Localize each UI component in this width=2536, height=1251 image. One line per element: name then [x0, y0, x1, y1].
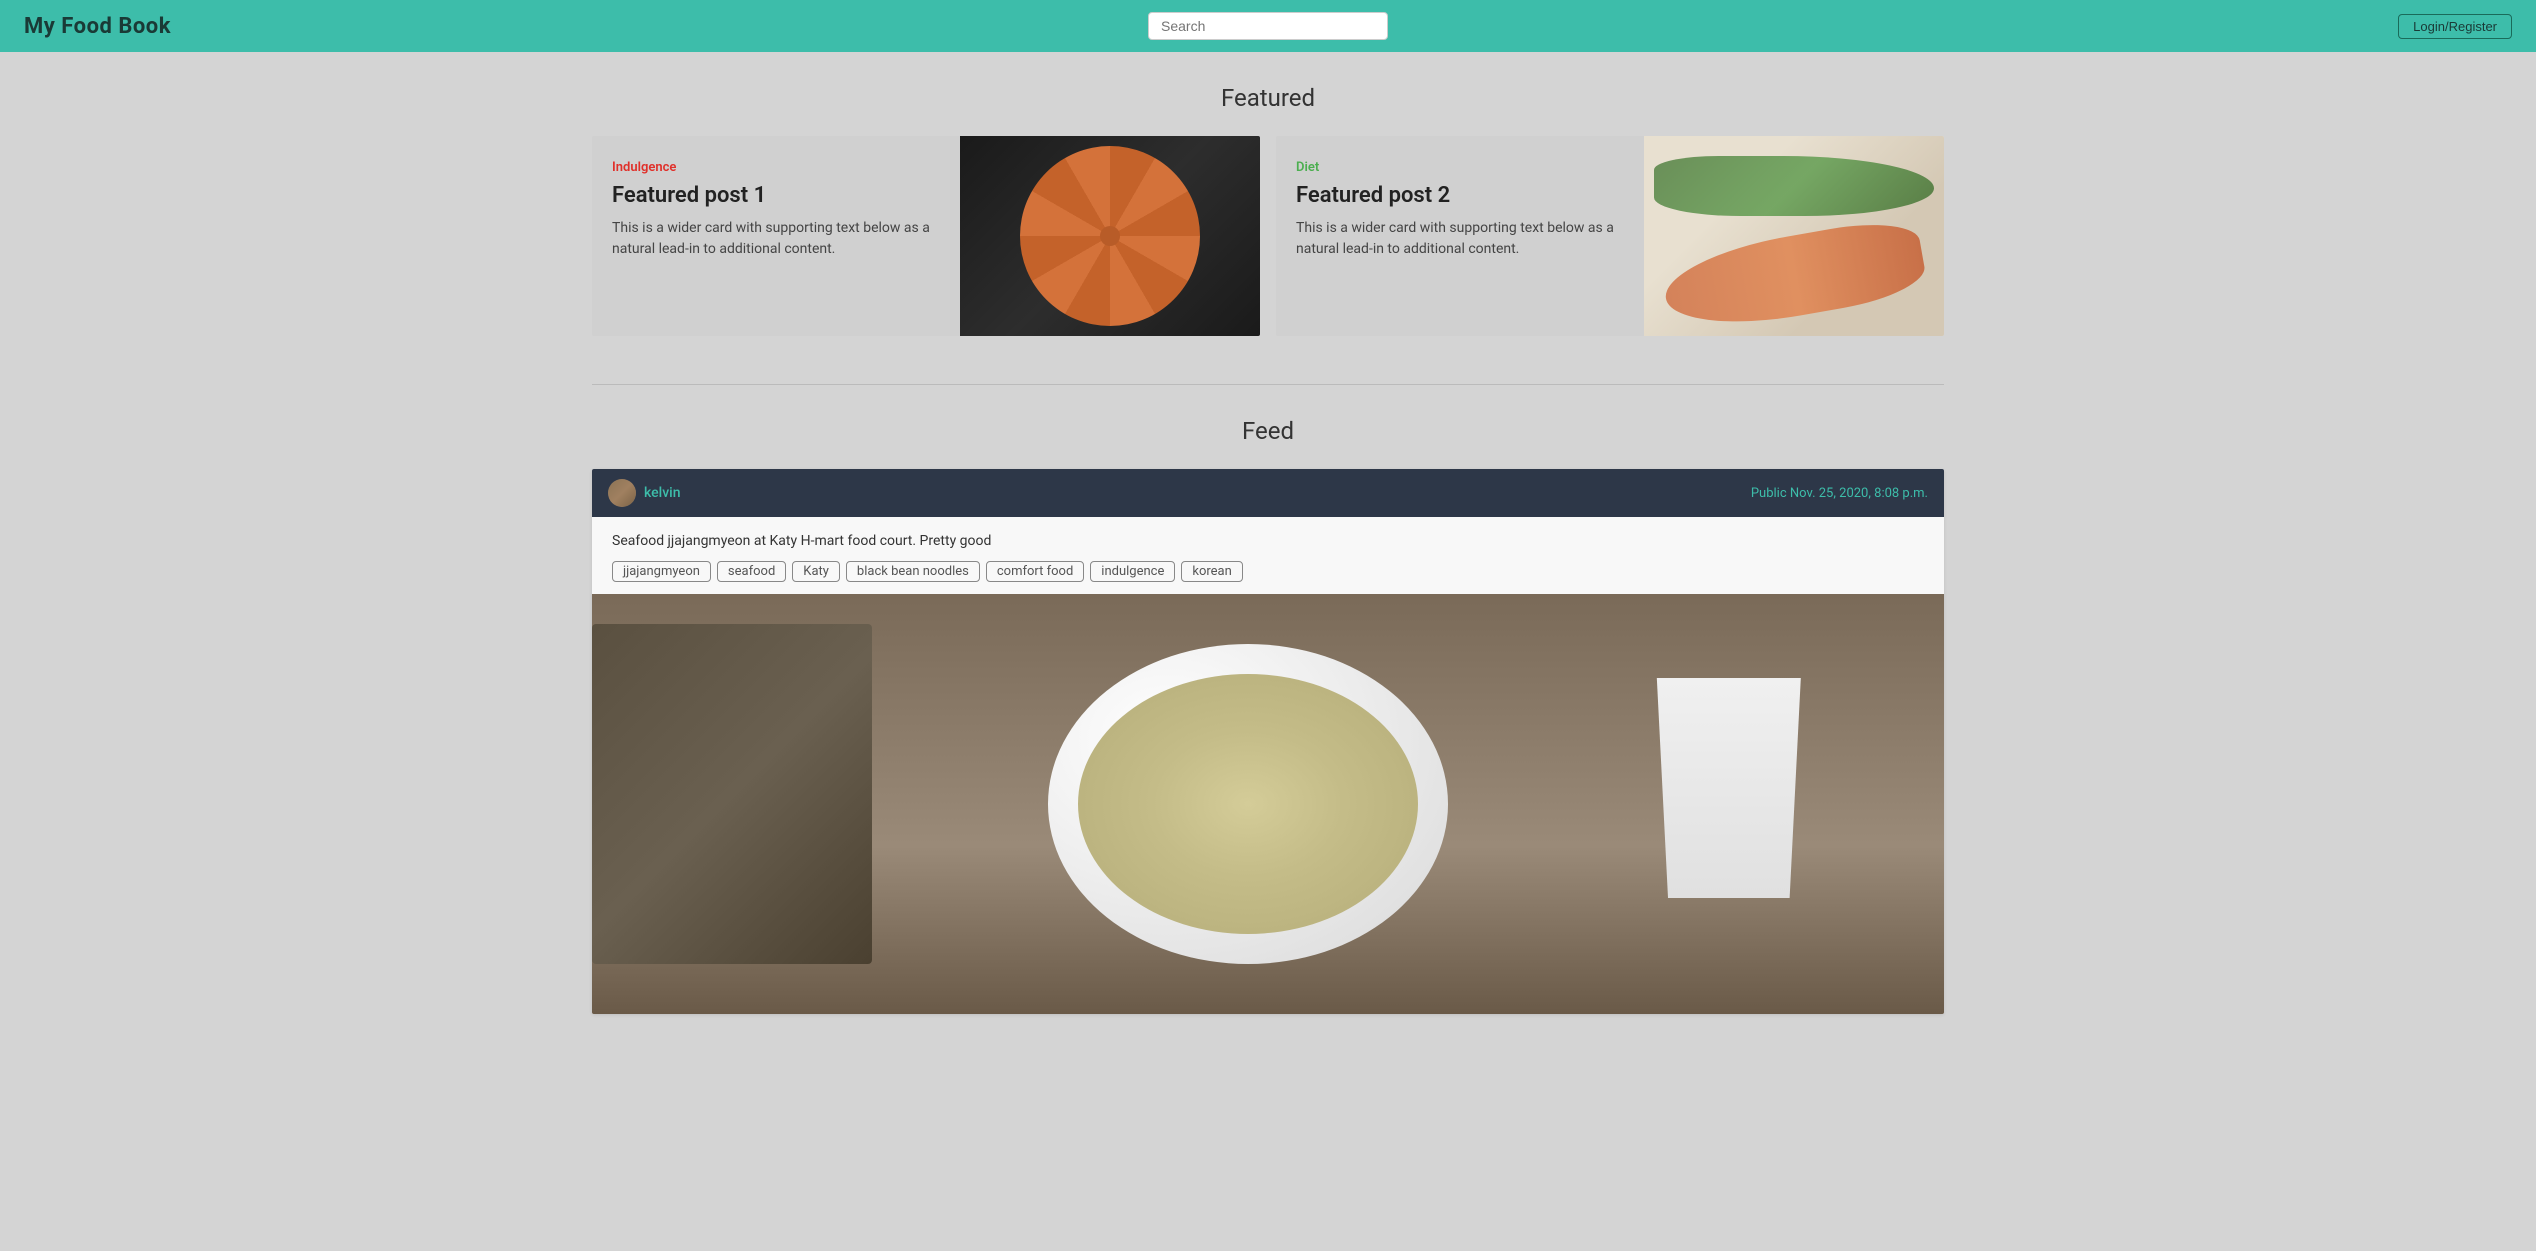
featured-card-2-category: Diet: [1296, 160, 1624, 175]
salmon-greens: [1654, 156, 1934, 216]
bowl-noodles: [1078, 674, 1418, 934]
featured-section-title: Featured: [592, 84, 1944, 112]
feed-card-body: Seafood jjajangmyeon at Katy H-mart food…: [592, 517, 1944, 594]
feed-username[interactable]: kelvin: [644, 485, 681, 501]
bowl-container: [1048, 644, 1448, 964]
feed-visibility: Public: [1751, 486, 1787, 501]
feed-tag[interactable]: korean: [1181, 561, 1242, 582]
featured-card-2-title: Featured post 2: [1296, 183, 1624, 208]
navbar: My Food Book Login/Register: [0, 0, 2536, 52]
cup-container: [1649, 678, 1809, 898]
search-wrapper: [1148, 12, 1388, 40]
featured-card-1: Indulgence Featured post 1 This is a wid…: [592, 136, 1260, 336]
search-input[interactable]: [1148, 12, 1388, 40]
cup-shape: [1649, 678, 1809, 898]
featured-card-2: Diet Featured post 2 This is a wider car…: [1276, 136, 1944, 336]
login-button[interactable]: Login/Register: [2398, 14, 2512, 39]
salmon-image: [1644, 136, 1944, 336]
feed-card-user: kelvin: [608, 479, 681, 507]
avatar-image: [608, 479, 636, 507]
feed-post-card: kelvin Public Nov. 25, 2020, 8:08 p.m. S…: [592, 469, 1944, 1014]
feed-card-header: kelvin Public Nov. 25, 2020, 8:08 p.m.: [592, 469, 1944, 517]
main-content: Featured Indulgence Featured post 1 This…: [568, 52, 1968, 1046]
feed-post-image: [592, 594, 1944, 1014]
bowl-outer: [1048, 644, 1448, 964]
feed-tags: jjajangmyeon seafood Katy black bean noodle…: [612, 561, 1924, 582]
featured-card-1-category: Indulgence: [612, 160, 940, 175]
feed-tag[interactable]: indulgence: [1090, 561, 1175, 582]
feed-tag[interactable]: black bean noodles: [846, 561, 980, 582]
feed-tag[interactable]: Katy: [792, 561, 840, 582]
featured-grid: Indulgence Featured post 1 This is a wid…: [592, 136, 1944, 336]
featured-card-1-image: [960, 136, 1260, 336]
featured-card-1-desc: This is a wider card with supporting tex…: [612, 218, 940, 260]
section-divider: [592, 384, 1944, 385]
feed-section: Feed kelvin Public Nov. 25, 2020, 8:08 p…: [592, 417, 1944, 1014]
feed-timestamp: Nov. 25, 2020, 8:08 p.m.: [1790, 486, 1928, 501]
feed-meta: Public Nov. 25, 2020, 8:08 p.m.: [1751, 486, 1928, 501]
featured-card-1-text: Indulgence Featured post 1 This is a wid…: [592, 136, 960, 336]
pizza-image: [960, 136, 1260, 336]
featured-card-1-title: Featured post 1: [612, 183, 940, 208]
feed-tag[interactable]: seafood: [717, 561, 786, 582]
avatar: [608, 479, 636, 507]
feed-tag[interactable]: jjajangmyeon: [612, 561, 711, 582]
featured-card-2-image: [1644, 136, 1944, 336]
feed-section-title: Feed: [592, 417, 1944, 445]
brand-title: My Food Book: [24, 14, 171, 39]
featured-card-2-text: Diet Featured post 2 This is a wider car…: [1276, 136, 1644, 336]
tray-background: [592, 624, 872, 964]
bowl-scene: [592, 594, 1944, 1014]
pizza-circle: [1020, 146, 1200, 326]
feed-caption: Seafood jjajangmyeon at Katy H-mart food…: [612, 533, 1924, 549]
featured-card-2-desc: This is a wider card with supporting tex…: [1296, 218, 1624, 260]
feed-tag[interactable]: comfort food: [986, 561, 1084, 582]
pizza-center: [1100, 226, 1120, 246]
